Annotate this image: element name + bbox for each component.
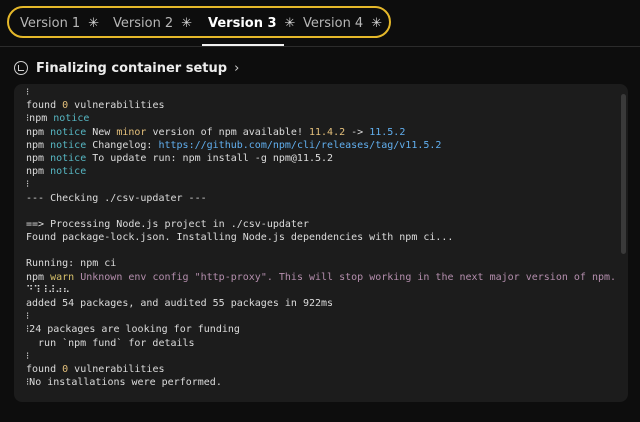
log-segment: ⁝npm: [26, 113, 54, 125]
log-segment: Found package-lock.json. Installing Node…: [26, 232, 454, 244]
log-segment: npm: [26, 166, 51, 178]
tab-version-3[interactable]: Version 3 ✳: [208, 0, 295, 46]
log-segment: notice: [53, 113, 90, 125]
version-tab-bar: Version 1 ✳ Version 2 ✳ Version 3 ✳ Vers…: [0, 0, 640, 47]
active-tab-indicator: [202, 44, 284, 46]
log-line: ⁝: [26, 178, 616, 191]
log-line: ⁝No installations were performed.: [26, 376, 616, 389]
setup-status-toggle[interactable]: Finalizing container setup ›: [14, 58, 239, 78]
log-segment: notice: [50, 166, 87, 178]
log-line: Found package-lock.json. Installing Node…: [26, 231, 616, 244]
spinner-icon: ✳: [284, 15, 296, 31]
log-segment: ⁝: [26, 87, 30, 98]
log-line: run `npm fund` for details: [26, 337, 616, 350]
log-segment: --- Checking ./csv-updater ---: [26, 192, 207, 204]
tab-version-4[interactable]: Version 4 ✳: [303, 0, 382, 46]
log-segment: vulnerabilities: [68, 100, 165, 112]
tab-version-1[interactable]: Version 1 ✳: [20, 0, 99, 46]
log-segment: ⠙⠹⠸⠼⠴⠦: [26, 284, 70, 296]
log-segment: npm: [26, 152, 51, 164]
log-line: found 0 vulnerabilities: [26, 363, 616, 376]
log-segment: run `npm fund` for details: [26, 337, 195, 349]
log-line: ⁝: [26, 310, 616, 323]
log-line: --- Checking ./csv-updater ---: [26, 192, 616, 205]
progress-clock-icon: [14, 61, 28, 75]
tab-version-2[interactable]: Version 2 ✳: [113, 0, 192, 46]
log-line: ⠙⠹⠸⠼⠴⠦: [26, 284, 616, 297]
log-segment: ⁝No installations were performed.: [26, 377, 222, 389]
log-segment: Unknown env config "http-proxy". This wi…: [74, 271, 617, 283]
log-line: added 54 packages, and audited 55 packag…: [26, 297, 616, 310]
spinner-icon: ✳: [88, 15, 100, 31]
spinner-icon: ✳: [181, 15, 193, 31]
log-segment: found: [26, 363, 63, 375]
log-line: ⁝24 packages are looking for funding: [26, 323, 616, 336]
log-segment: npm: [26, 271, 51, 283]
spinner-icon: ✳: [371, 15, 383, 31]
log-segment: notice: [50, 152, 87, 164]
chevron-right-icon: ›: [234, 60, 240, 76]
log-segment: npm: [26, 139, 51, 151]
setup-title: Finalizing container setup: [36, 60, 228, 76]
log-segment: https://github.com/npm/cli/releases/tag/…: [158, 139, 442, 151]
tab-label: Version 4: [303, 15, 364, 31]
log-line: npm notice New minor version of npm avai…: [26, 126, 616, 139]
log-segment: ⁝: [26, 311, 30, 323]
log-segment: ⁝: [26, 350, 30, 362]
log-segment: ==> Processing Node.js project in ./csv-…: [26, 218, 309, 230]
log-segment: warn: [50, 271, 75, 283]
log-segment: Running: npm ci: [26, 258, 117, 270]
log-lines: ⁝ found 0 vulnerabilities ⁝npm notice npm n…: [26, 84, 616, 389]
log-segment: To update run: npm install -g npm@11.5.2: [86, 152, 334, 164]
log-line: ⁝: [26, 350, 616, 363]
log-segment: vulnerabilities: [68, 363, 165, 375]
log-segment: minor: [116, 126, 147, 138]
log-line: npm notice To update run: npm install -g…: [26, 152, 616, 165]
log-segment: found: [26, 100, 63, 112]
log-segment: ⁝: [26, 179, 30, 191]
log-line: npm notice Changelog: https://github.com…: [26, 139, 616, 152]
terminal-output[interactable]: ⁝ found 0 vulnerabilities ⁝npm notice npm n…: [14, 84, 628, 402]
log-segment: ⁝24 packages are looking for funding: [26, 324, 240, 336]
tab-label: Version 1: [20, 15, 81, 31]
scrollbar[interactable]: [621, 94, 626, 254]
log-segment: added 54 packages, and audited 55 packag…: [26, 298, 334, 309]
log-segment: notice: [50, 139, 87, 151]
tab-label: Version 3: [208, 15, 277, 31]
log-line: Running: npm ci: [26, 257, 616, 270]
log-line: found 0 vulnerabilities: [26, 99, 616, 112]
log-segment: New: [86, 126, 117, 138]
log-segment: notice: [50, 126, 87, 138]
log-segment: npm: [26, 126, 51, 138]
log-line: npm warn Unknown env config "http-proxy"…: [26, 271, 616, 284]
log-line: npm notice: [26, 165, 616, 178]
log-segment: ->: [345, 126, 370, 138]
log-segment: 11.4.2: [309, 126, 346, 138]
log-line: ⁝: [26, 86, 616, 99]
log-segment: Changelog:: [86, 139, 159, 151]
tab-label: Version 2: [113, 15, 174, 31]
log-segment: 11.5.2: [369, 126, 406, 138]
log-line: ⁝npm notice: [26, 112, 616, 125]
log-line: ==> Processing Node.js project in ./csv-…: [26, 218, 616, 231]
log-segment: version of npm available!: [146, 126, 309, 138]
